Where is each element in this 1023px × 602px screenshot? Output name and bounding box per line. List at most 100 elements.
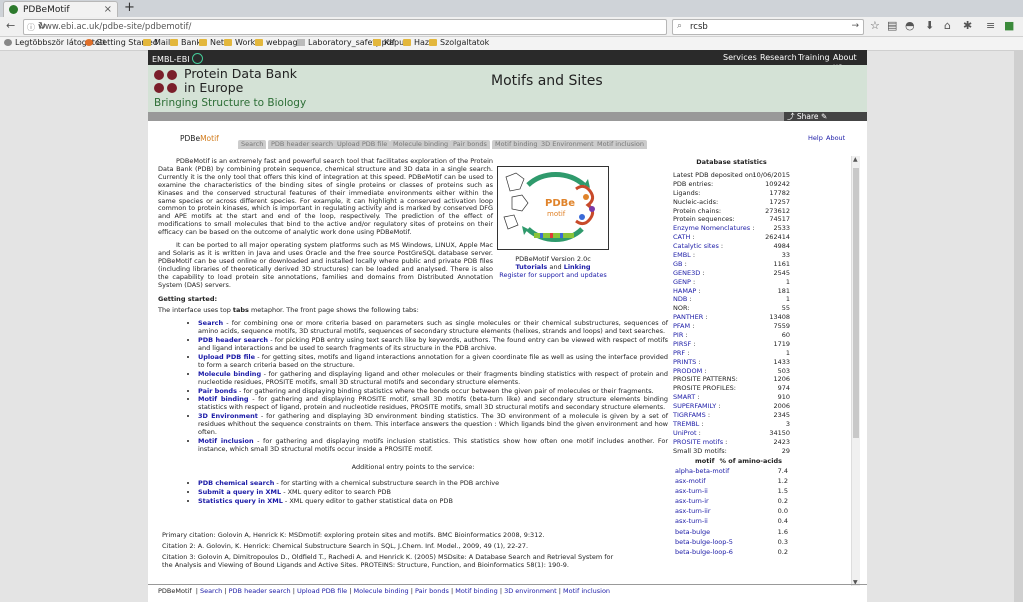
footer-molecule-binding[interactable]: Molecule binding xyxy=(354,587,409,595)
reload-icon[interactable]: ↻ xyxy=(38,21,661,32)
tab-pdbemotif[interactable]: PDBeMotif xyxy=(180,134,219,143)
download-icon[interactable]: ⬇ xyxy=(925,20,934,32)
bookmark-kapu[interactable]: Kapu xyxy=(373,38,404,47)
submit-xml-query-link[interactable]: Submit a query in XML xyxy=(198,488,281,496)
motif-link[interactable]: asx-turn-ii xyxy=(675,486,708,496)
stats-scrollbar[interactable]: ▲ ▼ xyxy=(851,156,860,586)
tab-upload-pdb-file[interactable]: Upload PDB file xyxy=(334,140,391,149)
bookmark-star-icon[interactable]: ☆ xyxy=(870,20,880,32)
extension-icon[interactable]: ✱ xyxy=(963,20,972,32)
ebi-link-training[interactable]: Training xyxy=(798,53,830,62)
reading-list-icon[interactable]: ▤ xyxy=(887,20,897,32)
motif-link[interactable]: asx-turn-ir xyxy=(675,496,709,506)
url-bar[interactable]: ⓘ www.ebi.ac.uk/pdbe-site/pdbemotif/ ↻ xyxy=(23,19,667,35)
new-tab-button[interactable]: + xyxy=(124,0,135,15)
stat-label[interactable]: Enzyme Nomenclatures xyxy=(673,224,750,232)
register-link[interactable]: Register for support and updates xyxy=(499,271,606,279)
footer-motif-inclusion[interactable]: Motif inclusion xyxy=(563,587,610,595)
share-button[interactable]: ⤴ Share xyxy=(784,112,822,121)
motif-link[interactable]: asx-turn-ii xyxy=(675,516,708,526)
stat-label[interactable]: GB xyxy=(673,260,683,268)
ebi-link-services[interactable]: Services xyxy=(723,53,757,62)
stat-label[interactable]: GENP xyxy=(673,278,691,286)
footer-pair-bonds[interactable]: Pair bonds xyxy=(415,587,449,595)
linking-link[interactable]: Linking xyxy=(564,263,591,271)
feedback-button[interactable]: ✎ Feedback xyxy=(818,112,867,130)
stat-label[interactable]: SUPERFAMILY xyxy=(673,402,716,410)
bookmark-haz[interactable]: Haz xyxy=(403,38,429,47)
bookmark-net[interactable]: Net xyxy=(199,38,224,47)
motif-link[interactable]: beta-bulge-loop-6 xyxy=(675,547,733,557)
ebi-link-research[interactable]: Research xyxy=(760,53,797,62)
pair-bonds-link[interactable]: Pair bonds xyxy=(198,387,237,395)
tab-motif-binding[interactable]: Motif binding xyxy=(492,140,541,149)
footer-motif-binding[interactable]: Motif binding xyxy=(455,587,498,595)
tab-molecule-binding[interactable]: Molecule binding xyxy=(390,140,452,149)
statistics-xml-query-link[interactable]: Statistics query in XML xyxy=(198,497,283,505)
bookmark-bank[interactable]: Bank xyxy=(170,38,201,47)
stat-label[interactable]: HAMAP xyxy=(673,287,696,295)
pocket-icon[interactable]: ◓ xyxy=(905,20,915,32)
scrollbar-thumb[interactable] xyxy=(853,168,859,438)
stat-label[interactable]: PFAM xyxy=(673,322,690,330)
info-icon[interactable]: ⓘ xyxy=(27,22,35,33)
tab-pair-bonds[interactable]: Pair bonds xyxy=(450,140,490,149)
motif-link[interactable]: beta-bulge-loop-5 xyxy=(675,537,733,547)
ebi-logo[interactable]: EMBL-EBI xyxy=(152,53,203,64)
stat-label[interactable]: PRINTS xyxy=(673,358,696,366)
help-link[interactable]: Help xyxy=(808,134,823,142)
stat-label[interactable]: CATH xyxy=(673,233,690,241)
pdbe-title[interactable]: Protein Data Bank in Europe xyxy=(184,67,297,95)
footer-pdbemotif[interactable]: PDBeMotif xyxy=(158,587,192,595)
bookmark-szolgaltatok[interactable]: Szolgaltatok xyxy=(429,38,489,47)
back-arrow-icon[interactable]: ← xyxy=(6,20,15,32)
stat-label[interactable]: Catalytic sites xyxy=(673,242,719,250)
search-link[interactable]: Search xyxy=(198,319,223,327)
upload-pdb-file-link[interactable]: Upload PDB file xyxy=(198,353,255,361)
menu-icon[interactable]: ≡ xyxy=(986,20,995,32)
motif-inclusion-link[interactable]: Motif inclusion xyxy=(198,437,254,445)
stat-label[interactable]: PRODOM xyxy=(673,367,702,375)
close-tab-icon[interactable]: × xyxy=(104,4,112,15)
stat-label[interactable]: NDB xyxy=(673,295,687,303)
footer-3d-environment[interactable]: 3D environment xyxy=(504,587,557,595)
addon-icon[interactable]: ■ xyxy=(1004,20,1014,32)
tab-search[interactable]: Search xyxy=(238,140,267,149)
pdbe-logo-icon[interactable] xyxy=(154,70,178,94)
stat-label[interactable]: SMART xyxy=(673,393,695,401)
bookmark-mail[interactable]: Mail xyxy=(143,38,170,47)
stat-label[interactable]: UniProt xyxy=(673,429,697,437)
molecule-binding-link[interactable]: Molecule binding xyxy=(198,370,261,378)
motif-binding-link[interactable]: Motif binding xyxy=(198,395,249,404)
browser-tab[interactable]: PDBeMotif × xyxy=(3,1,118,18)
stat-label[interactable]: TREMBL xyxy=(673,420,699,428)
motif-link[interactable]: beta-bulge xyxy=(675,527,710,537)
about-link[interactable]: About xyxy=(826,134,845,142)
3d-environment-link[interactable]: 3D Environment xyxy=(198,412,258,420)
stat-label[interactable]: PROSITE motifs xyxy=(673,438,723,446)
motif-link[interactable]: asx-turn-iir xyxy=(675,506,711,516)
home-icon[interactable]: ⌂ xyxy=(944,20,951,32)
tab-motif-inclusion[interactable]: Motif inclusion xyxy=(594,140,648,149)
footer-search[interactable]: Search xyxy=(200,587,222,595)
tab-pdb-header-search[interactable]: PDB header search xyxy=(268,140,337,149)
tab-3d-environment[interactable]: 3D Environment xyxy=(538,140,597,149)
stat-label[interactable]: GENE3D xyxy=(673,269,700,277)
pdb-chemical-search-link[interactable]: PDB chemical search xyxy=(198,479,274,487)
stat-label[interactable]: PRF xyxy=(673,349,685,357)
stat-label[interactable]: PIR xyxy=(673,331,683,339)
footer-upload-pdb-file[interactable]: Upload PDB file xyxy=(297,587,347,595)
stat-label[interactable]: TIGRFAMS xyxy=(673,411,706,419)
stat-label[interactable]: PANTHER xyxy=(673,313,703,321)
footer-pdb-header-search[interactable]: PDB header search xyxy=(229,587,291,595)
pdb-header-search-link[interactable]: PDB header search xyxy=(198,336,268,344)
browser-search-box[interactable]: ⌕ rcsb → xyxy=(672,19,864,35)
motif-link[interactable]: asx-motif xyxy=(675,476,706,486)
bookmark-webpage[interactable]: webpage xyxy=(255,38,303,47)
stat-label[interactable]: EMBL xyxy=(673,251,691,259)
stat-label[interactable]: PIRSF xyxy=(673,340,691,348)
motif-link[interactable]: alpha-beta-motif xyxy=(675,466,729,476)
go-arrow-icon[interactable]: → xyxy=(851,21,859,31)
tutorials-link[interactable]: Tutorials xyxy=(515,263,547,271)
bookmark-work[interactable]: Work xyxy=(224,38,255,47)
